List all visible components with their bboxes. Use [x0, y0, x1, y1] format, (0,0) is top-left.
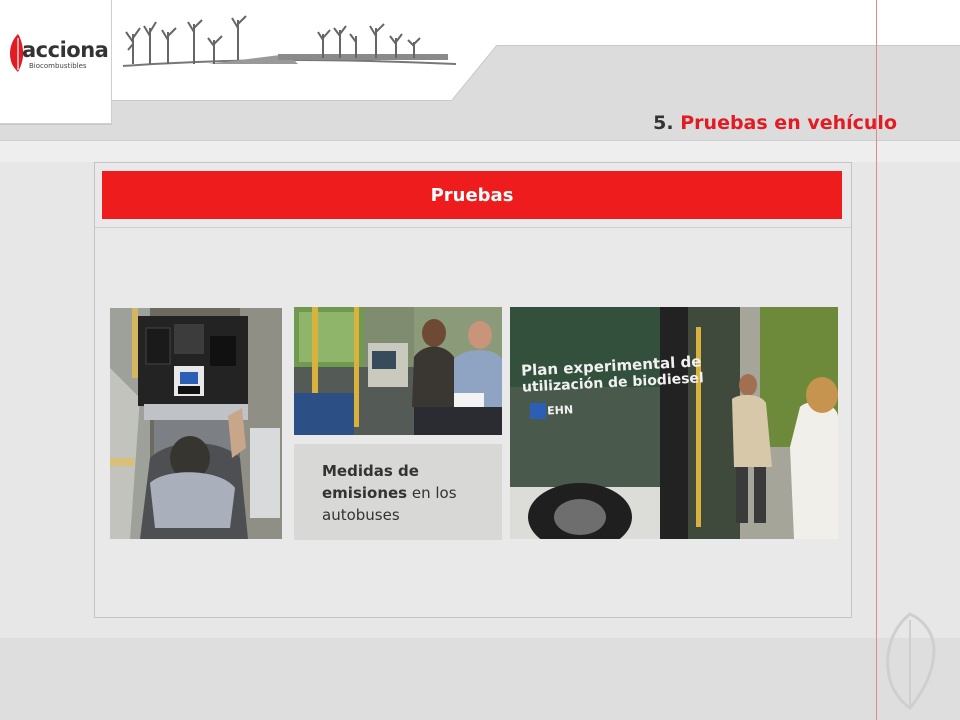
photo-measuring-equipment	[110, 308, 282, 539]
logo-name: acciona	[22, 38, 109, 62]
technician-with-equipment-image	[110, 308, 282, 539]
tree-landscape-sketch-icon	[122, 15, 457, 67]
photo-bus-interior	[294, 307, 502, 435]
photo-bus-exterior: Plan experimental de utilización de biod…	[510, 307, 838, 539]
card-separator	[95, 227, 851, 228]
header-bottom-line	[0, 140, 960, 141]
section-title: 5. Pruebas en vehículo	[653, 112, 897, 134]
header-diagonal-line	[452, 45, 498, 101]
card-title-bar: Pruebas	[102, 171, 842, 219]
decorative-leaf-icon	[886, 612, 936, 710]
header-lower-band	[0, 140, 960, 162]
footer-band	[0, 638, 960, 720]
passengers-inside-bus-image	[294, 307, 502, 435]
logo-subtitle: Biocombustibles	[29, 62, 87, 70]
bus-sign: Plan experimental de utilización de biod…	[521, 352, 706, 418]
caption-bold: Medidas de emisiones	[322, 462, 419, 502]
logo-divider-line	[0, 124, 112, 125]
header-top-divider-line	[497, 45, 960, 46]
caption-text: Medidas de emisiones en los autobuses	[322, 460, 482, 526]
right-red-guide-line	[876, 0, 877, 720]
caption-box: Medidas de emisiones en los autobuses	[294, 444, 502, 540]
card-title: Pruebas	[430, 184, 514, 206]
header-divider-line	[112, 100, 452, 101]
bus-door-boarding-image	[510, 307, 838, 539]
logo-box: acciona Biocombustibles	[0, 0, 112, 124]
section-title-text: Pruebas en vehículo	[680, 112, 897, 134]
section-number: 5.	[653, 112, 674, 134]
